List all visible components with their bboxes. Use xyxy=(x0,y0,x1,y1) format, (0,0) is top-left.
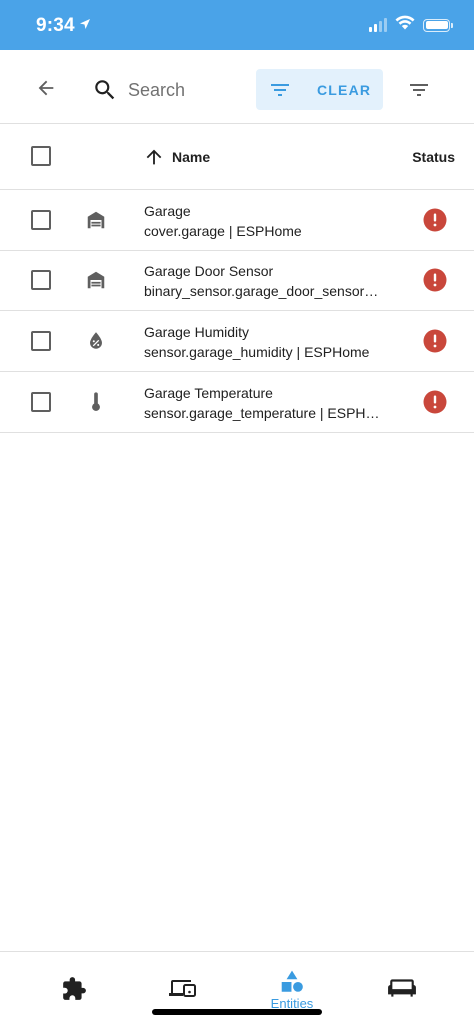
nav-entities[interactable]: Entities xyxy=(262,952,322,1012)
filter-list-icon xyxy=(268,78,292,102)
puzzle-icon xyxy=(63,977,86,1000)
entity-name: Garage xyxy=(144,203,191,219)
entity-id: sensor.garage_temperature | ESPHome xyxy=(144,405,380,421)
error-status-icon xyxy=(423,208,447,232)
entity-name: Garage Humidity xyxy=(144,324,250,340)
table-row[interactable]: Garage Temperature sensor.garage_tempera… xyxy=(0,372,474,433)
active-filter-chip[interactable]: CLEAR xyxy=(256,69,383,110)
clear-filter-button[interactable]: CLEAR xyxy=(317,82,371,98)
nav-integrations[interactable] xyxy=(44,952,104,1012)
battery-icon xyxy=(423,18,453,32)
table-row[interactable]: Garage cover.garage | ESPHome xyxy=(0,190,474,251)
row-checkbox[interactable] xyxy=(31,270,51,290)
sort-ascending-arrow-icon[interactable] xyxy=(143,145,165,169)
humidity-icon xyxy=(84,329,108,353)
cellular-signal-icon xyxy=(369,18,387,32)
home-indicator xyxy=(152,1009,322,1015)
search-input[interactable] xyxy=(128,79,248,101)
select-all-checkbox[interactable] xyxy=(31,146,51,166)
error-status-icon xyxy=(423,268,447,292)
row-checkbox[interactable] xyxy=(31,331,51,351)
clock-label: 9:34 xyxy=(36,15,75,36)
table-row[interactable]: Garage Humidity sensor.garage_humidity |… xyxy=(0,311,474,372)
search-toolbar: CLEAR xyxy=(0,50,474,124)
garage-icon xyxy=(84,208,108,232)
error-status-icon xyxy=(423,390,447,414)
nav-devices[interactable] xyxy=(153,952,213,1012)
sofa-icon xyxy=(388,979,416,997)
location-arrow-icon xyxy=(79,14,91,36)
status-column-header[interactable]: Status xyxy=(412,149,455,165)
status-time: 9:34 xyxy=(36,14,91,37)
back-button[interactable] xyxy=(30,72,62,104)
thermometer-icon xyxy=(84,390,108,414)
row-checkbox[interactable] xyxy=(31,392,51,412)
entity-id: sensor.garage_humidity | ESPHome xyxy=(144,344,370,360)
name-column-header[interactable]: Name xyxy=(172,149,210,165)
table-row[interactable]: Garage Door Sensor binary_sensor.garage_… xyxy=(0,250,474,311)
nav-areas[interactable] xyxy=(372,952,432,1012)
entity-name: Garage Door Sensor xyxy=(144,263,274,279)
shapes-icon xyxy=(281,970,303,992)
status-indicators xyxy=(369,15,453,35)
search-box xyxy=(92,74,248,106)
filter-list-icon xyxy=(410,84,428,96)
entity-name: Garage Temperature xyxy=(144,385,273,401)
search-icon xyxy=(95,80,115,100)
filter-button[interactable] xyxy=(405,78,433,102)
devices-icon xyxy=(169,980,196,997)
entity-id: binary_sensor.garage_door_sensor | ESPHo… xyxy=(144,283,380,299)
arrow-left-icon xyxy=(38,80,54,96)
entity-id: cover.garage | ESPHome xyxy=(144,223,302,239)
error-status-icon xyxy=(423,329,447,353)
row-checkbox[interactable] xyxy=(31,210,51,230)
status-bar: 9:34 xyxy=(0,0,474,50)
table-header: Name Status xyxy=(0,124,474,190)
garage-icon xyxy=(84,268,108,292)
wifi-icon xyxy=(395,15,415,35)
